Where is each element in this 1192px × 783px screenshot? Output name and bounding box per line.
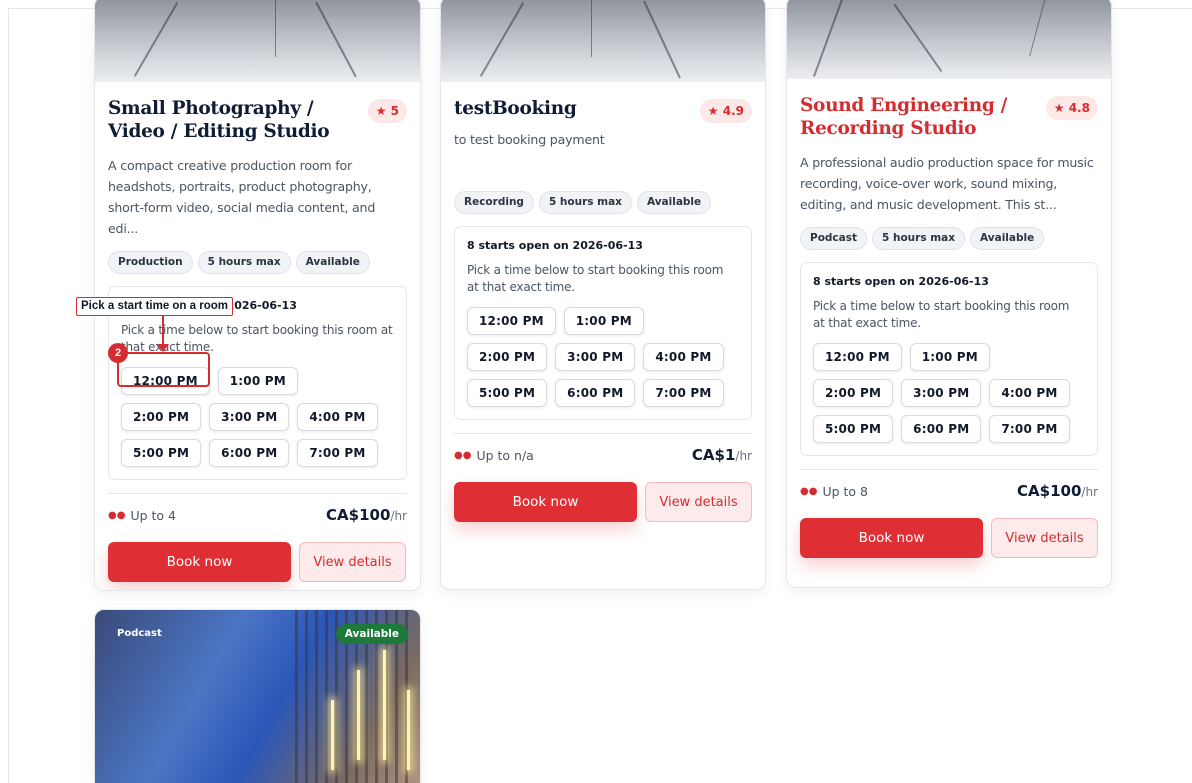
room-title[interactable]: Sound Engineering / Recording Studio <box>800 94 1030 140</box>
slots-instructions: Pick a time below to start booking this … <box>467 263 724 294</box>
room-card-small-photography: Small Photography / Video / Editing Stud… <box>94 0 421 591</box>
people-icon: ●● <box>800 485 818 497</box>
category-tag: Podcast <box>117 628 162 639</box>
rating-badge: ★ 4.9 <box>699 99 752 123</box>
tag-availability: Available <box>295 251 370 274</box>
annotation-step-badge: 2 <box>108 343 128 363</box>
time-slot-button[interactable]: 12:00 PM <box>813 343 902 371</box>
annotation-label: Pick a start time on a room <box>76 297 233 316</box>
slots-heading: 8 starts open on 2026-06-13 <box>467 239 643 252</box>
capacity-label: Up to n/a <box>476 447 534 463</box>
room-card-sound-engineering: Sound Engineering / Recording Studio ★ 4… <box>786 0 1112 588</box>
room-description: to test booking payment <box>454 132 605 147</box>
time-slot-button[interactable]: 1:00 PM <box>909 343 990 371</box>
view-details-button[interactable]: View details <box>991 518 1098 558</box>
time-slot-button[interactable]: 12:00 PM <box>467 307 556 335</box>
divider <box>108 493 407 494</box>
price: CA$1/hr <box>692 446 752 464</box>
time-slot-button[interactable]: 3:00 PM <box>209 403 290 431</box>
time-slot-button[interactable]: 2:00 PM <box>467 343 548 371</box>
tag-category: Podcast <box>800 227 868 250</box>
tag-list: Podcast 5 hours max Available <box>800 227 1098 250</box>
time-slot-grid: 12:00 PM 1:00 PM 2:00 PM 3:00 PM 4:00 PM… <box>813 343 1075 443</box>
slots-heading: 8 starts open on 2026-06-13 <box>813 275 989 288</box>
annotation-highlight-box <box>117 352 210 387</box>
annotation-arrow-head <box>157 344 169 352</box>
time-slot-button[interactable]: 3:00 PM <box>555 343 636 371</box>
room-image <box>787 0 1111 79</box>
time-slot-button[interactable]: 4:00 PM <box>643 343 724 371</box>
time-slot-grid: 12:00 PM 1:00 PM 2:00 PM 3:00 PM 4:00 PM… <box>467 307 729 407</box>
tag-list: Recording 5 hours max Available <box>454 191 752 214</box>
price: CA$100/hr <box>1017 482 1098 500</box>
room-title[interactable]: Small Photography / Video / Editing Stud… <box>108 97 358 143</box>
book-now-button[interactable]: Book now <box>108 542 291 582</box>
tag-list: Production 5 hours max Available <box>108 251 407 274</box>
time-slot-button[interactable]: 7:00 PM <box>643 379 724 407</box>
room-card-testbooking: testBooking ★ 4.9 to test booking paymen… <box>440 0 766 590</box>
tag-max-hours: 5 hours max <box>538 191 632 214</box>
time-slot-button[interactable]: 2:00 PM <box>813 379 894 407</box>
room-image <box>95 0 420 82</box>
start-times-panel: 8 starts open on 2026-06-13 Pick a time … <box>454 226 752 420</box>
price-unit: /hr <box>735 449 752 463</box>
tag-category: Production <box>108 251 193 274</box>
people-icon: ●● <box>108 509 126 521</box>
price: CA$100/hr <box>326 506 407 524</box>
availability-badge: Available <box>335 624 408 644</box>
time-slot-button[interactable]: 5:00 PM <box>813 415 894 443</box>
tag-max-hours: 5 hours max <box>872 227 966 250</box>
slots-instructions: Pick a time below to start booking this … <box>813 299 1070 330</box>
room-card-podcast[interactable]: Podcast Available <box>94 609 421 783</box>
book-now-button[interactable]: Book now <box>454 482 637 522</box>
capacity-label: Up to 8 <box>822 483 868 499</box>
price-amount: CA$1 <box>691 446 736 464</box>
divider <box>454 433 752 434</box>
room-title[interactable]: testBooking <box>454 97 694 120</box>
time-slot-button[interactable]: 1:00 PM <box>563 307 644 335</box>
time-slot-button[interactable]: 6:00 PM <box>901 415 982 443</box>
time-slot-button[interactable]: 4:00 PM <box>297 403 378 431</box>
time-slot-button[interactable]: 2:00 PM <box>121 403 202 431</box>
time-slot-button[interactable]: 3:00 PM <box>901 379 982 407</box>
book-now-button[interactable]: Book now <box>800 518 983 558</box>
tag-max-hours: 5 hours max <box>197 251 291 274</box>
price-amount: CA$100 <box>1017 482 1082 500</box>
capacity: ●● Up to 8 <box>800 484 868 499</box>
time-slot-button[interactable]: 6:00 PM <box>209 439 290 467</box>
room-image <box>441 0 765 82</box>
price-unit: /hr <box>390 509 407 523</box>
annotation-arrow-line <box>162 315 164 347</box>
view-details-button[interactable]: View details <box>299 542 406 582</box>
rating-badge: ★ 4.8 <box>1045 96 1098 120</box>
tag-category: Recording <box>454 191 534 214</box>
view-details-button[interactable]: View details <box>645 482 752 522</box>
capacity: ●● Up to n/a <box>454 448 534 463</box>
time-slot-button[interactable]: 5:00 PM <box>467 379 548 407</box>
room-description: A compact creative production room for h… <box>108 158 376 236</box>
tag-availability: Available <box>970 227 1045 250</box>
time-slot-button[interactable]: 7:00 PM <box>297 439 378 467</box>
capacity: ●● Up to 4 <box>108 508 176 523</box>
price-amount: CA$100 <box>326 506 391 524</box>
time-slot-button[interactable]: 7:00 PM <box>989 415 1070 443</box>
time-slot-button[interactable]: 4:00 PM <box>989 379 1070 407</box>
rating-badge: ★ 5 <box>367 99 407 123</box>
price-unit: /hr <box>1081 485 1098 499</box>
tag-availability: Available <box>636 191 712 214</box>
time-slot-button[interactable]: 6:00 PM <box>555 379 636 407</box>
capacity-label: Up to 4 <box>130 507 176 523</box>
time-slot-button[interactable]: 1:00 PM <box>217 367 298 395</box>
time-slot-button[interactable]: 5:00 PM <box>121 439 202 467</box>
room-description: A professional audio production space fo… <box>800 155 1094 212</box>
start-times-panel: 8 starts open on 2026-06-13 Pick a time … <box>800 262 1098 456</box>
people-icon: ●● <box>454 449 472 461</box>
divider <box>800 469 1098 470</box>
